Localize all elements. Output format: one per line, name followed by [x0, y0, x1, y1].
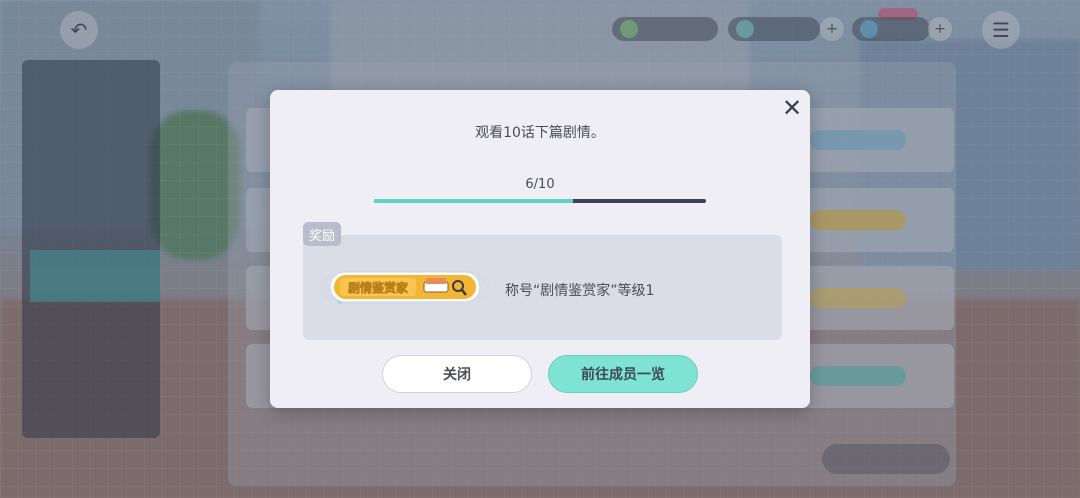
reward-description: 称号“剧情鉴赏家”等级1 [505, 283, 655, 299]
reward-label: 奖励 [303, 222, 342, 246]
go-to-member-list-button[interactable]: 前往成员一览 [548, 355, 698, 393]
title-badge-text: 剧情鉴赏家 [348, 280, 409, 295]
mission-text: 观看10话下篇剧情。 [475, 125, 605, 141]
close-button[interactable]: 关闭 [382, 355, 532, 393]
progress-bar [374, 199, 706, 203]
mission-detail-dialog: ✕ 观看10话下篇剧情。 6/10 奖励 剧情鉴赏家 称号“剧情鉴赏家”等级1 … [270, 90, 810, 408]
progress-text: 6/10 [525, 177, 555, 192]
title-badge-image: 剧情鉴赏家 [320, 271, 490, 304]
close-icon[interactable]: ✕ [778, 94, 806, 122]
progress-fill [374, 199, 574, 203]
